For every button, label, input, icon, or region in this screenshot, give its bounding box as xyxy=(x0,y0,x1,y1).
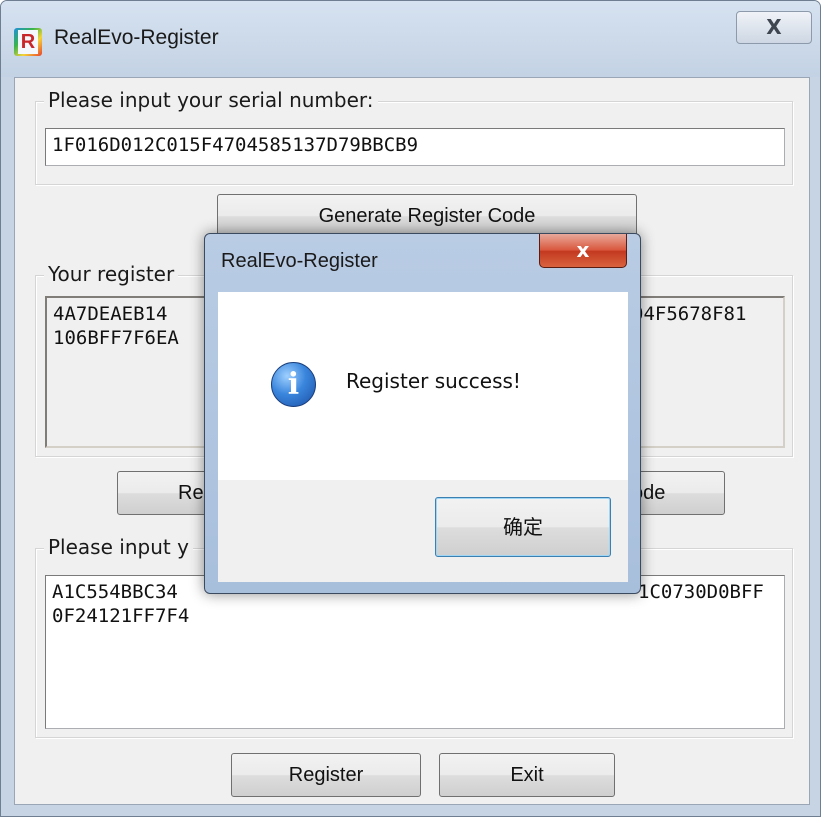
main-window: RealEvo-Register X Please input your ser… xyxy=(0,0,821,817)
serial-group: Please input your serial number: 1F016D0… xyxy=(35,88,793,185)
register-code-line1-right: 04F5678F81 xyxy=(632,303,747,325)
register-code-group-legend: Your register xyxy=(44,262,179,286)
dialog-footer: 确定 xyxy=(218,480,628,582)
app-logo-icon xyxy=(14,28,42,56)
generate-register-code-button[interactable]: Generate Register Code xyxy=(217,194,637,238)
register-button[interactable]: Register xyxy=(231,753,421,797)
register-code-line2-left: 106BFF7F6EA xyxy=(53,327,179,349)
serial-number-input[interactable]: 1F016D012C015F4704585137D79BBCB9 xyxy=(45,128,785,166)
window-title: RealEvo-Register xyxy=(54,26,219,49)
info-icon: i xyxy=(271,362,316,407)
success-dialog: RealEvo-Register x i Register success! 确… xyxy=(204,233,641,594)
exit-button[interactable]: Exit xyxy=(439,753,615,797)
title-bar[interactable]: RealEvo-Register X xyxy=(1,1,820,77)
copy-left-button-label: Re xyxy=(178,482,204,504)
dialog-body: i Register success! xyxy=(218,292,628,480)
register-code-line1-left: 4A7DEAEB14 xyxy=(53,303,168,325)
window-close-button[interactable]: X xyxy=(736,11,812,44)
input-code-line1-right: 1C0730D0BFF xyxy=(638,581,764,603)
dialog-close-button[interactable]: x xyxy=(539,234,627,268)
dialog-ok-button[interactable]: 确定 xyxy=(435,497,611,557)
input-code-line2: 0F24121FF7F4 xyxy=(52,605,190,627)
serial-group-legend: Please input your serial number: xyxy=(44,88,378,112)
input-code-group-legend: Please input y xyxy=(44,535,193,559)
input-code-line1-left: A1C554BBC34 xyxy=(52,581,178,603)
dialog-message: Register success! xyxy=(346,369,521,393)
register-code-input[interactable]: A1C554BBC34 1C0730D0BFF 0F24121FF7F4 xyxy=(45,575,785,729)
dialog-title: RealEvo-Register xyxy=(221,250,378,272)
